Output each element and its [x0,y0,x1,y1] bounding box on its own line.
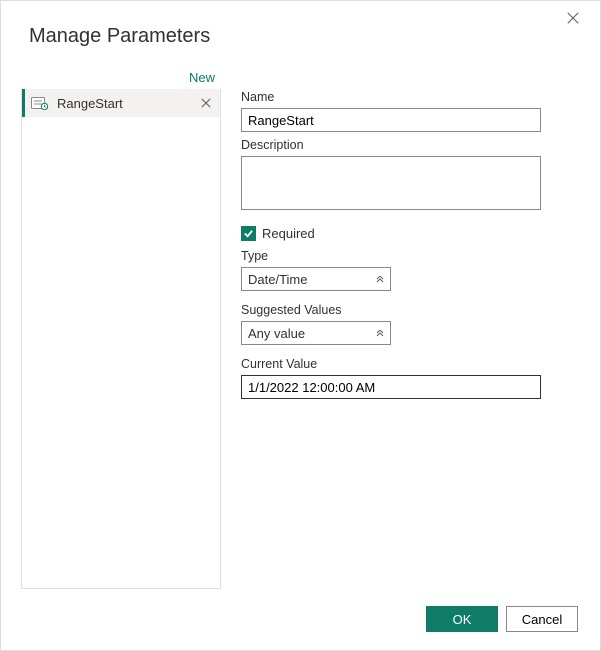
remove-parameter-icon[interactable] [198,95,214,111]
close-button[interactable] [566,11,586,31]
parameter-form: Name Description Required Type Date/Time… [241,68,580,589]
current-value-input[interactable] [241,375,541,399]
manage-parameters-dialog: Manage Parameters New RangeStart [0,0,601,651]
new-parameter-link[interactable]: New [21,68,221,89]
name-label: Name [241,90,580,104]
suggested-values-select[interactable]: Any value [241,321,391,345]
dialog-content: New RangeStart [21,68,580,589]
parameters-list: RangeStart [21,89,221,589]
parameters-sidebar: New RangeStart [21,68,221,589]
required-row: Required [241,226,580,241]
description-label: Description [241,138,580,152]
type-label: Type [241,249,580,263]
name-input[interactable] [241,108,541,132]
chevron-down-icon [376,272,384,287]
suggested-value: Any value [248,326,305,341]
cancel-button[interactable]: Cancel [506,606,578,632]
parameter-item-label: RangeStart [57,96,198,111]
type-select[interactable]: Date/Time [241,267,391,291]
current-value-label: Current Value [241,357,580,371]
required-checkbox[interactable] [241,226,256,241]
dialog-title: Manage Parameters [29,25,580,48]
dialog-footer: OK Cancel [426,606,578,632]
parameter-item[interactable]: RangeStart [22,89,220,117]
parameter-icon [31,95,49,111]
ok-button[interactable]: OK [426,606,498,632]
description-input[interactable] [241,156,541,210]
suggested-values-label: Suggested Values [241,303,580,317]
required-label: Required [262,226,315,241]
type-value: Date/Time [248,272,307,287]
chevron-down-icon [376,326,384,341]
